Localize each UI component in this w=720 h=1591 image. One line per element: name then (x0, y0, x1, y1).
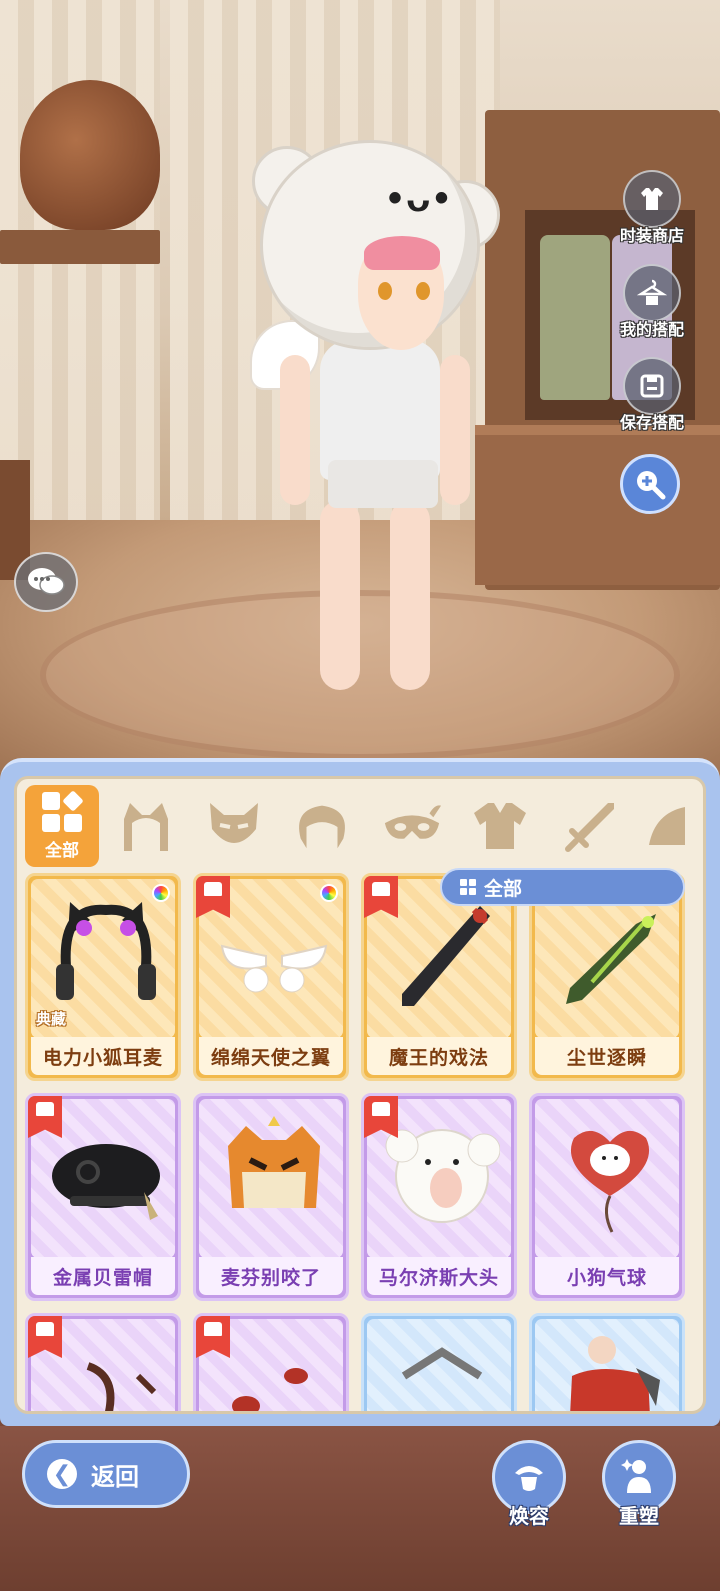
headphone-ears-icon (56, 902, 156, 1000)
tab-eye-mask[interactable] (381, 797, 443, 855)
chat-bubble-icon (28, 568, 65, 595)
back-label: 返回 (91, 1463, 139, 1491)
hanging-cloth (540, 235, 610, 400)
item-name: 小狗气球 (535, 1257, 679, 1295)
item-card[interactable]: 绵绵天使之翼 (193, 873, 349, 1081)
character-arm (440, 355, 470, 505)
tab-cat-ears[interactable] (115, 797, 177, 855)
grid-icon (460, 879, 476, 895)
character-eye (378, 282, 392, 300)
hair-icon (299, 805, 345, 849)
my-outfit-icon (623, 264, 681, 322)
item-card[interactable]: 典藏 电力小狐耳麦 (25, 873, 181, 1081)
green-blade-icon (566, 914, 656, 1004)
fox-mask-icon (210, 803, 258, 843)
dye-color-icon (152, 884, 170, 902)
character-arm (280, 355, 310, 505)
item-card[interactable]: 金属贝雷帽 (25, 1093, 181, 1301)
tab-back-accessory[interactable] (645, 797, 695, 855)
fashion-shop-icon (623, 170, 681, 228)
makeover-label: 焕容 (509, 1506, 549, 1528)
zoom-in-button[interactable] (620, 454, 680, 514)
item-name: 电力小狐耳麦 (31, 1037, 175, 1075)
character-leg (390, 500, 430, 690)
item-name: 魔王的戏法 (367, 1037, 511, 1075)
item-card[interactable]: 马尔济斯大头 (361, 1093, 517, 1301)
player-character[interactable]: •ᴗ• (240, 140, 500, 710)
filter-label: 全部 (484, 878, 523, 900)
grid-icon (42, 789, 84, 832)
save-outfit-icon (623, 357, 681, 415)
dog-balloon-icon (570, 1130, 650, 1233)
tab-all-label: 全部 (45, 840, 79, 860)
item-name: 马尔济斯大头 (367, 1257, 511, 1295)
character-leg (320, 500, 360, 690)
item-card[interactable]: 小狗气球 (529, 1093, 685, 1301)
wall-shelf (0, 230, 160, 264)
item-name: 金属贝雷帽 (31, 1257, 175, 1295)
chevron-left-icon: ❮ (47, 1459, 77, 1489)
tab-hair[interactable] (291, 797, 353, 855)
item-card[interactable] (361, 1313, 517, 1411)
character-shirt (320, 340, 440, 480)
my-outfit-button[interactable]: 我的搭配 (612, 264, 692, 340)
red-outfit-icon (570, 1336, 660, 1411)
cat-ears-icon (124, 803, 168, 851)
item-name: 尘世逐瞬 (535, 1037, 679, 1075)
item-card[interactable]: 麦芬别咬了 (193, 1093, 349, 1301)
wing-icon (649, 807, 685, 845)
tab-face-mask[interactable] (203, 797, 265, 855)
filter-dropdown[interactable]: 全部 (440, 868, 685, 906)
item-name: 绵绵天使之翼 (199, 1037, 343, 1075)
beret-icon (52, 1144, 160, 1220)
petal-item-icon (232, 1368, 308, 1411)
metal-item-icon (401, 1347, 483, 1380)
hood-face-icon: •ᴗ• (388, 176, 453, 220)
chat-button[interactable] (14, 552, 78, 612)
wardrobe-drawer (475, 425, 720, 585)
shiba-helmet-icon (228, 1116, 320, 1208)
zoom-in-icon (637, 471, 666, 500)
tail-item-icon (86, 1362, 157, 1411)
angel-wings-icon (220, 944, 328, 993)
my-outfit-label: 我的搭配 (619, 322, 684, 339)
tab-weapon[interactable] (557, 797, 619, 855)
outfit-icon (474, 803, 526, 849)
item-name: 麦芬别咬了 (199, 1257, 343, 1295)
character-hair (364, 236, 440, 270)
item-card[interactable] (193, 1313, 349, 1411)
fashion-shop-button[interactable]: 时装商店 (612, 170, 692, 246)
maltese-head-icon (385, 1129, 500, 1223)
collection-tag: 典藏 (36, 1011, 67, 1028)
reshape-button[interactable]: 重塑 (594, 1440, 684, 1529)
tab-all[interactable]: 全部 (25, 785, 99, 867)
back-button[interactable]: ❮ 返回 (22, 1440, 190, 1508)
dye-color-icon (320, 884, 338, 902)
dark-sword-icon (402, 906, 490, 1006)
eye-mask-icon (384, 805, 442, 839)
item-card[interactable] (25, 1313, 181, 1411)
fashion-shop-label: 时装商店 (619, 228, 684, 245)
wardrobe-panel: 全部 典藏 电力小狐耳麦 绵绵天使之翼 魔王的戏法 尘世逐瞬 金属贝雷帽 麦芬别… (0, 758, 720, 1426)
character-shorts (328, 460, 438, 508)
makeover-button[interactable]: 焕容 (484, 1440, 574, 1529)
item-card[interactable] (529, 1313, 685, 1411)
save-outfit-button[interactable]: 保存搭配 (612, 357, 692, 433)
reshape-label: 重塑 (619, 1506, 659, 1528)
teapot-decoration (20, 80, 160, 230)
save-outfit-label: 保存搭配 (619, 415, 684, 432)
tab-outfit[interactable] (469, 797, 531, 855)
category-tabs: 全部 (17, 779, 703, 867)
character-eye (416, 282, 430, 300)
sword-icon (565, 803, 614, 852)
